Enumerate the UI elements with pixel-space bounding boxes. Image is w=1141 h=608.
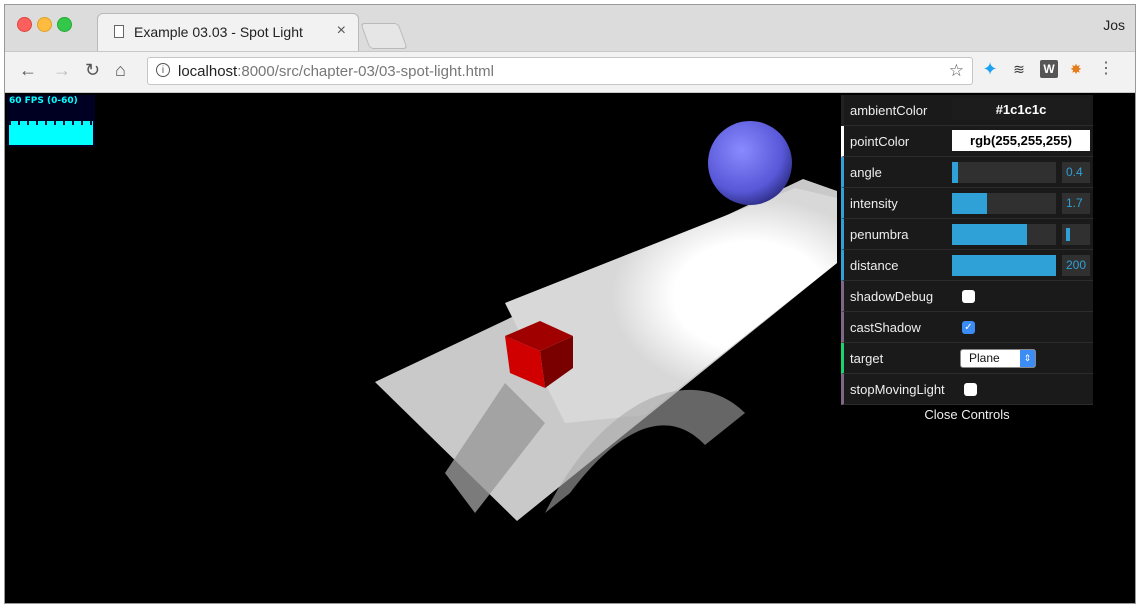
minimize-window-button[interactable] [37, 17, 52, 32]
fps-stats-panel[interactable]: 60 FPS (0-60) [7, 95, 95, 147]
sphere-mesh [708, 121, 792, 205]
angle-input[interactable]: 0.4 [1062, 162, 1090, 183]
fps-label: 60 FPS (0-60) [9, 96, 78, 106]
distance-slider[interactable] [952, 255, 1056, 276]
distance-input[interactable]: 200 [1062, 255, 1090, 276]
intensity-row: intensity 1.7 [841, 188, 1093, 219]
address-bar[interactable]: i localhost:8000/src/chapter-03/03-spot-… [147, 57, 973, 85]
target-selected-value: Plane [969, 351, 1000, 365]
target-label: target [850, 351, 884, 366]
home-icon[interactable]: ⌂ [115, 60, 126, 81]
penumbra-value-mark [1066, 228, 1070, 241]
shadow-debug-row: shadowDebug [841, 281, 1093, 312]
angle-slider[interactable] [952, 162, 1056, 183]
angle-slider-fill [952, 162, 959, 183]
back-icon[interactable]: ← [19, 60, 37, 81]
target-select[interactable]: Plane ⇕ [960, 349, 1036, 368]
intensity-input[interactable]: 1.7 [1062, 193, 1090, 214]
star-icon[interactable]: ☆ [949, 61, 964, 81]
url-text[interactable]: localhost:8000/src/chapter-03/03-spot-li… [178, 63, 494, 80]
metamask-icon[interactable]: ✸ [1067, 60, 1085, 78]
cast-shadow-row: castShadow ✓ [841, 312, 1093, 343]
buffer-icon[interactable]: ≋ [1010, 60, 1028, 78]
close-window-button[interactable] [17, 17, 32, 32]
twitter-icon[interactable]: ✦ [981, 60, 999, 78]
browser-tab[interactable]: Example 03.03 - Spot Light × [97, 13, 359, 51]
distance-slider-fill [952, 255, 1056, 276]
point-color-row: pointColor rgb(255,255,255) [841, 126, 1093, 157]
profile-name[interactable]: Jos [1103, 17, 1125, 33]
cast-shadow-label: castShadow [850, 320, 921, 335]
tab-close-icon[interactable]: × [337, 22, 346, 40]
w-extension-icon[interactable]: W [1040, 60, 1058, 78]
point-color-input[interactable]: rgb(255,255,255) [952, 130, 1090, 151]
angle-row: angle 0.4 [841, 157, 1093, 188]
stop-moving-light-label: stopMovingLight [850, 382, 945, 397]
penumbra-slider[interactable] [952, 224, 1056, 245]
dat-gui-panel: ambientColor #1c1c1c pointColor rgb(255,… [841, 95, 1093, 425]
angle-label: angle [850, 165, 882, 180]
new-tab-button[interactable] [360, 23, 408, 49]
penumbra-slider-fill [952, 224, 1027, 245]
browser-window: Example 03.03 - Spot Light × Jos ← → ↻ ⌂… [4, 4, 1136, 604]
intensity-label: intensity [850, 196, 898, 211]
ambient-color-row: ambientColor #1c1c1c [841, 95, 1093, 126]
distance-label: distance [850, 258, 899, 273]
spotlight-area [505, 188, 837, 423]
intensity-slider-fill [952, 193, 988, 214]
webgl-canvas[interactable]: 60 FPS (0-60) ambientColor #1c1c1c point… [5, 93, 1135, 603]
reload-icon[interactable]: ↻ [85, 60, 100, 81]
penumbra-input[interactable] [1062, 224, 1090, 245]
stop-moving-light-checkbox[interactable] [964, 383, 977, 396]
page-icon [114, 25, 124, 38]
info-icon[interactable]: i [156, 63, 170, 77]
menu-icon[interactable]: ⋮ [1097, 60, 1115, 78]
penumbra-label: penumbra [850, 227, 909, 242]
shadow-debug-label: shadowDebug [850, 289, 934, 304]
distance-row: distance 200 [841, 250, 1093, 281]
target-row: target Plane ⇕ [841, 343, 1093, 374]
browser-toolbar: ← → ↻ ⌂ i localhost:8000/src/chapter-03/… [5, 52, 1135, 93]
chevron-updown-icon: ⇕ [1020, 350, 1035, 367]
tab-title: Example 03.03 - Spot Light [134, 24, 303, 40]
forward-icon[interactable]: → [53, 60, 71, 81]
maximize-window-button[interactable] [57, 17, 72, 32]
ambient-color-input[interactable]: #1c1c1c [952, 99, 1090, 120]
fps-graph [9, 121, 93, 145]
point-color-label: pointColor [850, 134, 910, 149]
ambient-color-label: ambientColor [850, 103, 928, 118]
stop-moving-light-row: stopMovingLight [841, 374, 1093, 405]
intensity-slider[interactable] [952, 193, 1056, 214]
title-bar: Example 03.03 - Spot Light × Jos [5, 5, 1135, 52]
cast-shadow-checkbox[interactable]: ✓ [962, 321, 975, 334]
shadow-debug-checkbox[interactable] [962, 290, 975, 303]
close-controls-button[interactable]: Close Controls [841, 405, 1093, 425]
penumbra-row: penumbra [841, 219, 1093, 250]
